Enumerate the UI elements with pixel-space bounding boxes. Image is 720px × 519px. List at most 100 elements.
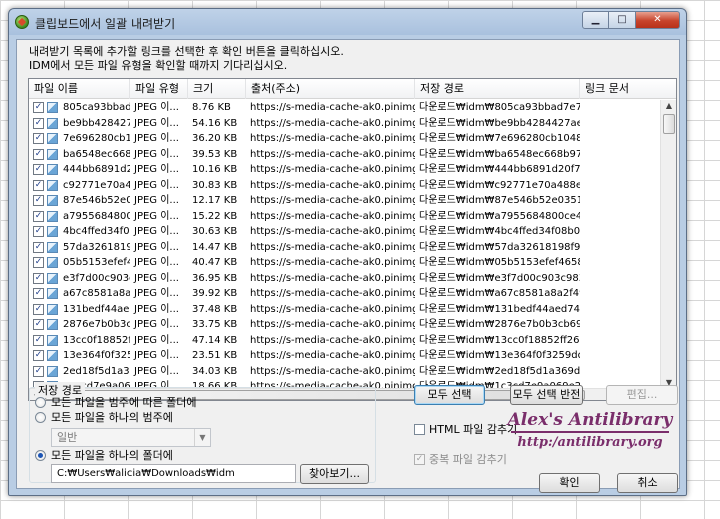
column-header-size[interactable]: 크기	[188, 79, 246, 99]
cell-size: 36.95 KB	[192, 272, 238, 284]
hide-html-checkbox-box[interactable]	[414, 424, 425, 435]
table-row[interactable]: ✓ c92771e70a4... JPEG 이... 30.83 KB https://…	[29, 178, 660, 194]
cell-size: 36.20 KB	[192, 133, 238, 144]
row-checkbox[interactable]: ✓	[33, 319, 44, 330]
cell-name: e3f7d00c903c...	[63, 272, 130, 284]
row-checkbox[interactable]: ✓	[33, 117, 44, 129]
table-row[interactable]: ✓ 4bc4ffed34f0... JPEG 이... 30.63 KB https:/…	[29, 224, 660, 240]
column-header-file-type[interactable]: 파일 유형	[130, 79, 188, 99]
table-row[interactable]: ✓ a7955684800... JPEG 이... 15.22 KB https://…	[29, 209, 660, 225]
radio-one-category-button[interactable]	[35, 412, 46, 423]
row-checkbox[interactable]: ✓	[33, 288, 44, 299]
row-checkbox[interactable]: ✓	[33, 195, 44, 206]
cell-source: https://s-media-cache-ak0.pinimg.co...	[250, 303, 415, 315]
cell-type: JPEG 이...	[134, 226, 179, 237]
row-checkbox[interactable]: ✓	[33, 210, 44, 222]
column-header-source[interactable]: 출처(주소)	[246, 79, 415, 99]
row-checkbox[interactable]: ✓	[33, 334, 44, 346]
table-row[interactable]: ✓ 7e696280cb1... JPEG 이... 36.20 KB https://…	[29, 131, 660, 147]
cell-source: https://s-media-cache-ak0.pinimg.co...	[250, 365, 415, 377]
cell-size: 47.14 KB	[192, 334, 238, 346]
maximize-button[interactable]: □	[609, 11, 636, 29]
row-checkbox[interactable]: ✓	[33, 365, 44, 377]
table-row[interactable]: ✓ 13e364f0f325... JPEG 이... 23.51 KB https:/…	[29, 348, 660, 364]
cell-type: JPEG 이...	[134, 288, 179, 299]
row-checkbox[interactable]: ✓	[33, 148, 44, 160]
hide-duplicates-checkbox-box[interactable]: ✓	[414, 454, 425, 465]
cell-path: 다운로드₩idm₩05b5153efef4658...	[419, 257, 580, 268]
ok-button[interactable]: 확인	[539, 473, 600, 493]
close-button[interactable]: ✕	[636, 11, 680, 29]
image-file-icon	[47, 241, 58, 253]
row-checkbox[interactable]: ✓	[33, 350, 44, 361]
row-checkbox[interactable]: ✓	[33, 133, 44, 144]
download-link-list[interactable]: 파일 이름 파일 유형 크기 출처(주소) 저장 경로 링크 문서 ✓ 805ca…	[28, 78, 677, 401]
cell-source: https://s-media-cache-ak0.pinimg.co...	[250, 241, 415, 253]
cell-name: 444bb6891d2...	[63, 164, 130, 175]
title-bar[interactable]: 클립보드에서 일괄 내려받기 ▁ □ ✕	[9, 9, 686, 35]
scroll-up-arrow[interactable]: ▲	[661, 101, 676, 110]
cell-path: 다운로드₩idm₩57da32618198f91...	[419, 241, 580, 253]
edit-button[interactable]: 편집...	[606, 385, 678, 405]
table-row[interactable]: ✓ 2ed18f5d1a3... JPEG 이... 34.03 KB https://…	[29, 364, 660, 380]
browse-button[interactable]: 찾아보기...	[300, 464, 369, 484]
cell-type: JPEG 이...	[134, 334, 179, 346]
table-row[interactable]: ✓ 805ca93bbad... JPEG 이... 8.76 KB https://s…	[29, 100, 660, 116]
save-folder-input[interactable]: C:₩Users₩alicia₩Downloads₩idm	[51, 464, 296, 483]
cell-name: 131bedf44ae...	[63, 303, 130, 315]
table-row[interactable]: ✓ 444bb6891d2... JPEG 이... 10.16 KB https://…	[29, 162, 660, 178]
vertical-scroll-thumb[interactable]	[663, 114, 675, 134]
cell-name: 13cc0f18852f...	[63, 334, 130, 346]
row-checkbox[interactable]: ✓	[33, 303, 44, 315]
cell-name: c92771e70a4...	[63, 179, 130, 191]
table-row[interactable]: ✓ 2876e7b0b3c... JPEG 이... 33.75 KB https://…	[29, 317, 660, 333]
column-header-save-path[interactable]: 저장 경로	[415, 79, 580, 99]
row-checkbox[interactable]: ✓	[33, 179, 44, 191]
row-checkbox[interactable]: ✓	[33, 226, 44, 237]
row-checkbox[interactable]: ✓	[33, 241, 44, 253]
table-row[interactable]: ✓ 131bedf44ae... JPEG 이... 37.48 KB https://…	[29, 302, 660, 318]
cell-type: JPEG 이...	[134, 179, 179, 191]
select-all-button[interactable]: 모두 선택	[414, 385, 485, 405]
watermark-title: Alex's Antilibrary	[507, 410, 673, 430]
row-checkbox[interactable]: ✓	[33, 164, 44, 175]
minimize-button[interactable]: ▁	[582, 11, 609, 29]
cell-type: JPEG 이...	[134, 257, 179, 268]
cell-name: 4bc4ffed34f0...	[63, 226, 130, 237]
column-header-file-name[interactable]: 파일 이름	[29, 79, 130, 99]
table-row[interactable]: ✓ ba6548ec668... JPEG 이... 39.53 KB https://…	[29, 147, 660, 163]
row-checkbox[interactable]: ✓	[33, 102, 44, 113]
cell-path: 다운로드₩idm₩4bc4ffed34f08b06...	[419, 226, 580, 237]
cell-source: https://s-media-cache-ak0.pinimg.co...	[250, 257, 415, 268]
cell-type: JPEG 이...	[134, 195, 179, 206]
radio-by-category-button[interactable]	[35, 397, 46, 408]
cell-name: 57da3261819...	[63, 241, 130, 253]
cell-type: JPEG 이...	[134, 350, 179, 361]
cell-path: 다운로드₩idm₩805ca93bbad7e76...	[419, 102, 580, 113]
image-file-icon	[47, 365, 58, 377]
hide-html-label: HTML 파일 감추기	[429, 423, 518, 436]
table-row[interactable]: ✓ e3f7d00c903c... JPEG 이... 36.95 KB https:/…	[29, 271, 660, 287]
table-row[interactable]: ✓ 57da3261819... JPEG 이... 14.47 KB https://…	[29, 240, 660, 256]
cancel-button[interactable]: 취소	[617, 473, 678, 493]
table-row[interactable]: ✓ 05b5153efef4... JPEG 이... 40.47 KB https:/…	[29, 255, 660, 271]
column-header-link-document[interactable]: 링크 문서	[580, 79, 676, 99]
cell-source: https://s-media-cache-ak0.pinimg.co...	[250, 319, 415, 330]
cell-type: JPEG 이...	[134, 133, 179, 144]
cell-size: 34.03 KB	[192, 365, 238, 377]
cell-type: JPEG 이...	[134, 272, 179, 284]
cell-type: JPEG 이...	[134, 148, 179, 160]
table-row[interactable]: ✓ 13cc0f18852f... JPEG 이... 47.14 KB https:/…	[29, 333, 660, 349]
table-row[interactable]: ✓ be9bb428427... JPEG 이... 54.16 KB https://…	[29, 116, 660, 132]
image-file-icon	[47, 148, 58, 160]
table-row[interactable]: ✓ 87e546b52e0... JPEG 이... 12.17 KB https://…	[29, 193, 660, 209]
invert-selection-button[interactable]: 모두 선택 반전	[510, 385, 583, 405]
vertical-scrollbar[interactable]: ▲ ▼	[660, 100, 676, 388]
cell-size: 23.51 KB	[192, 350, 238, 361]
table-row[interactable]: ✓ a67c8581a8a... JPEG 이... 39.92 KB https://…	[29, 286, 660, 302]
row-checkbox[interactable]: ✓	[33, 272, 44, 284]
radio-one-folder-button[interactable]	[35, 450, 46, 461]
cell-source: https://s-media-cache-ak0.pinimg.co...	[250, 148, 415, 160]
row-checkbox[interactable]: ✓	[33, 257, 44, 268]
cell-source: https://s-media-cache-ak0.pinimg.co...	[250, 350, 415, 361]
